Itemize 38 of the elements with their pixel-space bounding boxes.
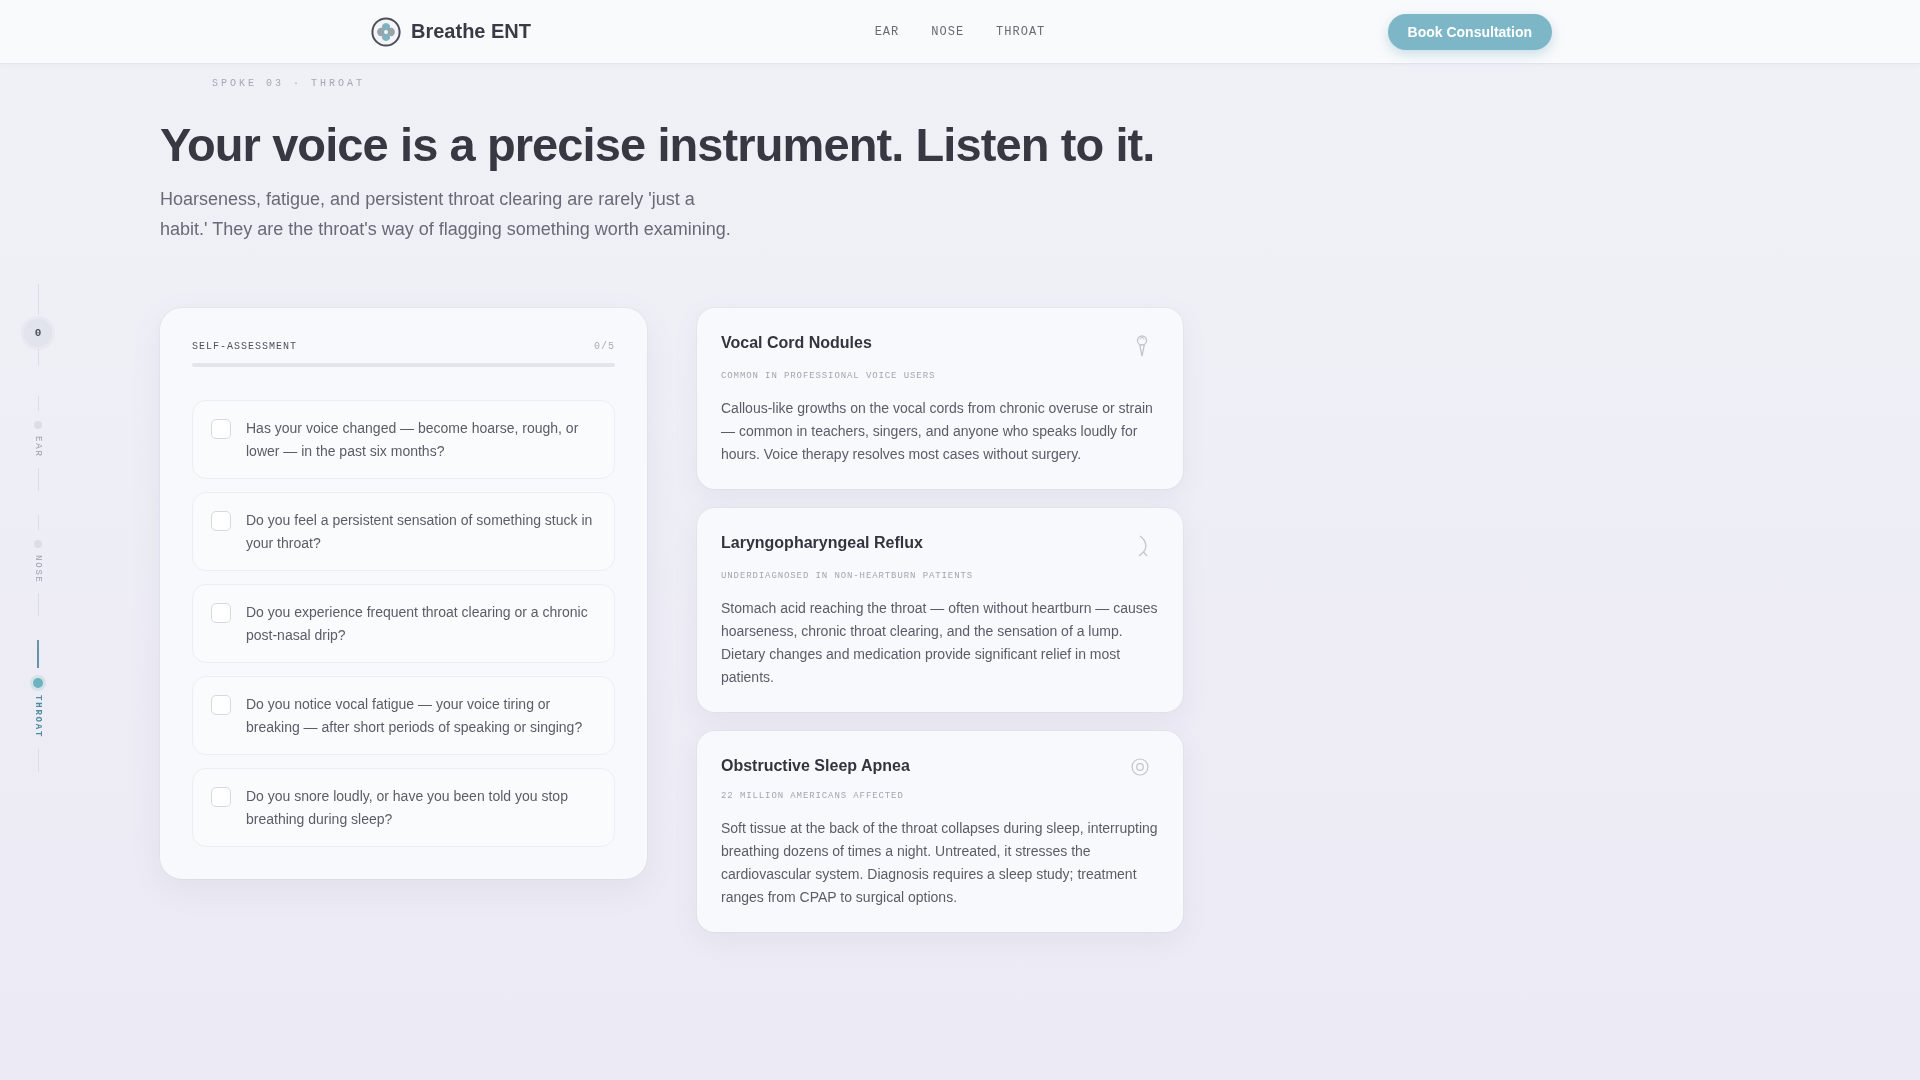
question-text: Do you snore loudly, or have you been told you stop breathing during sleep? (246, 787, 569, 829)
card-title: Laryngopharyngeal Reflux (721, 533, 923, 553)
checkbox[interactable] (211, 419, 231, 439)
logo-icon[interactable] (371, 16, 401, 47)
checkbox[interactable] (211, 695, 231, 715)
page-headline: Your voice is a precise instrument. Listen to it. (160, 118, 1155, 172)
nav-link[interactable]: EAR (874, 24, 900, 39)
card-description: Stomach acid reaching the throat — often without heartburn — causes hoarseness, chronic throat clearing, and the sensation of a lump. Dietary changes and medication provide significant relief in most patients. (721, 599, 1159, 687)
question-text: Do you feel a persistent sensation of something stuck in your throat? (246, 511, 594, 553)
checkbox[interactable] (211, 511, 231, 531)
checkbox[interactable] (211, 603, 231, 623)
answer-count: 0/5 (594, 340, 615, 354)
rail-dot-icon (33, 678, 43, 689)
brand-name: Breathe ENT (411, 20, 532, 43)
card-title: Vocal Cord Nodules (721, 333, 872, 353)
card-description: Soft tissue at the back of the throat collapses during sleep, interrupting breathing dozens of times a night. Untreated, it stresses the cardiovascular system. Diagnosis requires a sleep study; treatment ranges from CPAP to surgical options. (721, 819, 1159, 907)
card-subtitle: COMMON IN PROFESSIONAL VOICE USERS (721, 370, 936, 382)
card-title: Obstructive Sleep Apnea (721, 756, 910, 776)
rail-link[interactable]: EAR (33, 436, 43, 458)
question-text: Has your voice changed — become hoarse, rough, or lower — in the past six months? (246, 419, 580, 461)
book-consultation-button[interactable]: Book Consultation (1387, 13, 1552, 50)
card-subtitle: 22 MILLION AMERICANS AFFECTED (721, 790, 904, 802)
card-subtitle: UNDERDIAGNOSED IN NON-HEARTBURN PATIENTS (721, 570, 974, 582)
rail-link[interactable]: NOSE (33, 554, 43, 584)
curve-icon (1137, 535, 1149, 557)
checkbox[interactable] (211, 787, 231, 807)
ring-icon (1131, 758, 1149, 776)
nav-link[interactable]: NOSE (931, 24, 965, 39)
card-description: Callous-like growths on the vocal cords from chronic overuse or strain — common in teachers, singers, and anyone who speaks loudly for hours. Voice therapy resolves most cases without surgery. (721, 399, 1154, 464)
intro-paragraph: Hoarseness, fatigue, and persistent throat clearing are rarely 'just a habit.' They are the throat's way of flagging something worth examining. (160, 188, 732, 241)
progress-counter: 0 (24, 319, 52, 347)
microphone-icon (1135, 335, 1149, 357)
question-text: Do you experience frequent throat clearing or a chronic post-nasal drip? (246, 603, 589, 645)
nav-link[interactable]: THROAT (996, 24, 1046, 39)
rail-link[interactable]: THROAT (33, 695, 43, 739)
question-text: Do you notice vocal fatigue — your voice tiring or breaking — after short periods of speaking or singing? (246, 695, 584, 737)
breadcrumb: SPOKE 03 · THROAT (212, 77, 366, 91)
card-label: SELF-ASSESSMENT (192, 340, 297, 354)
